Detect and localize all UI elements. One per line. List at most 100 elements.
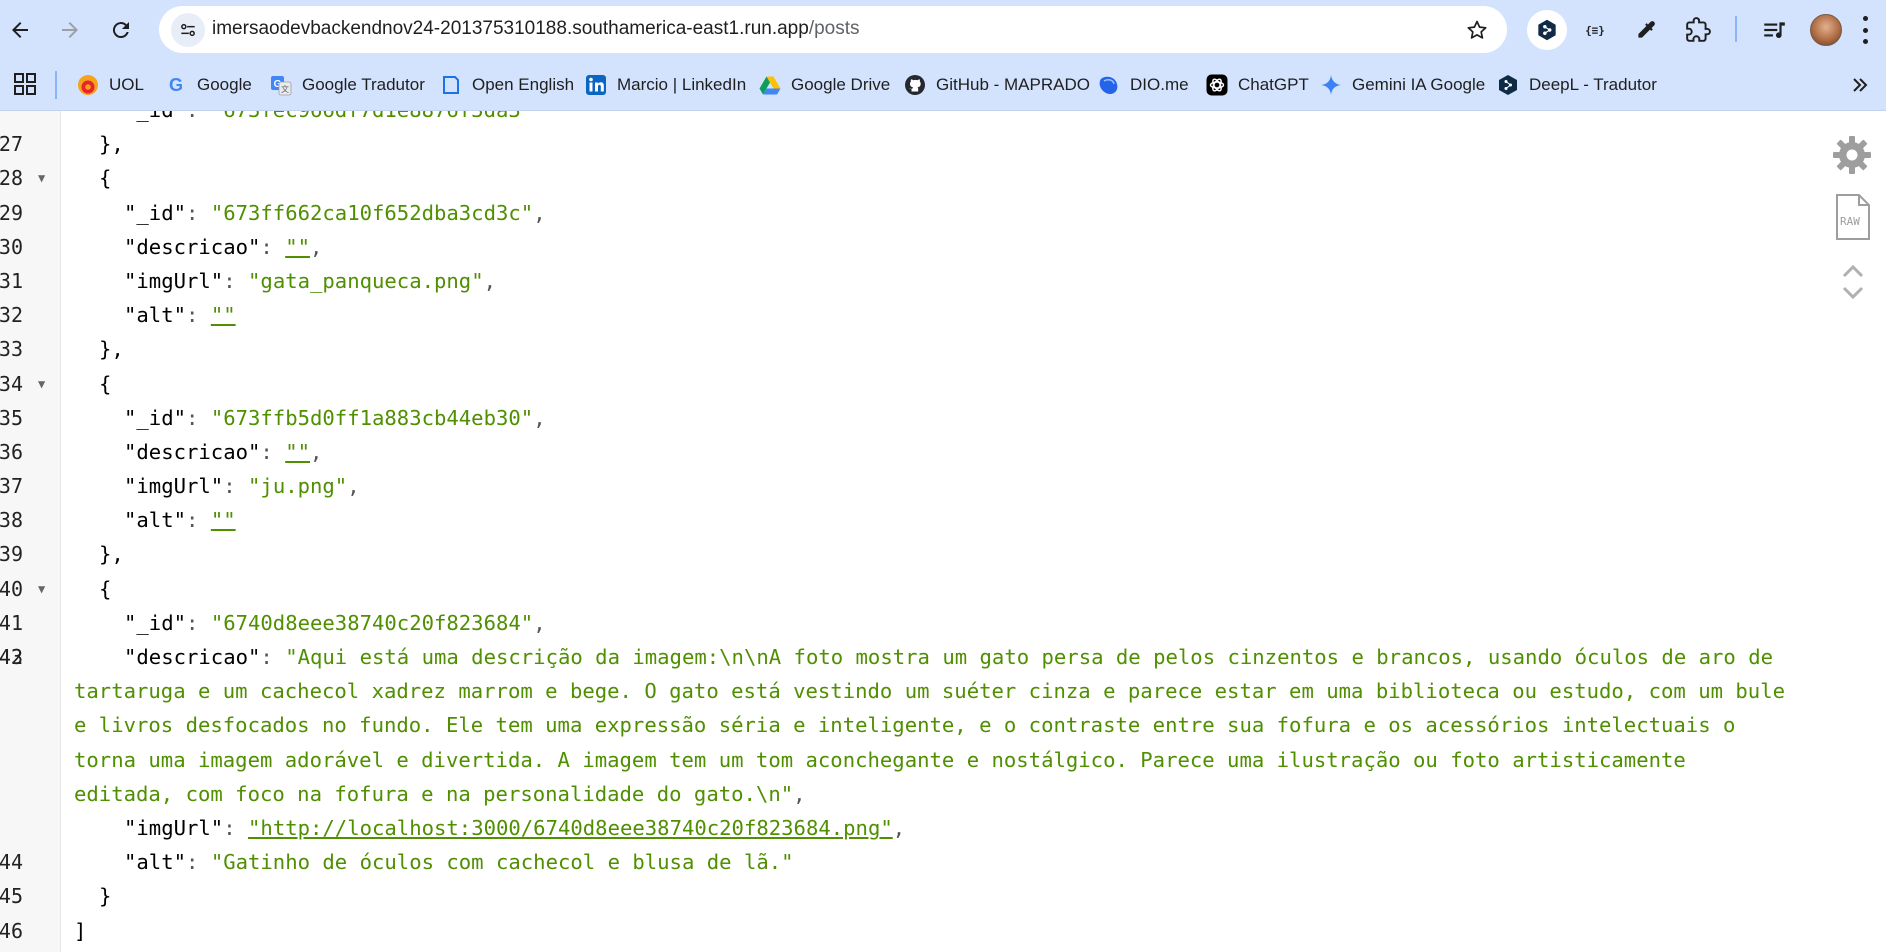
json-key: "descricao" bbox=[124, 439, 261, 464]
toolbar-divider bbox=[1735, 16, 1737, 42]
json-comma: , bbox=[793, 781, 806, 806]
media-controls-button[interactable] bbox=[1756, 12, 1792, 48]
site-info-button[interactable] bbox=[171, 13, 205, 47]
json-colon: : bbox=[186, 303, 211, 328]
fold-toggle-icon[interactable]: ▼ bbox=[38, 161, 45, 195]
json-close-brace: }, bbox=[99, 132, 124, 157]
code-line: 30 "_id": "673ff662ca10f652dba3cd3c", bbox=[0, 196, 1886, 259]
forward-button[interactable] bbox=[51, 11, 89, 49]
json-comma: , bbox=[483, 268, 496, 293]
code-line: 36 "_id": "673ffb5d0ff1a883cb44eb30", bbox=[0, 401, 1886, 464]
extension-icon bbox=[1538, 19, 1556, 41]
code-line: 39 "alt": "" bbox=[0, 503, 1886, 566]
gear-icon[interactable] bbox=[1830, 133, 1874, 177]
json-key: "_id" bbox=[124, 200, 186, 225]
raw-view-button[interactable]: RAW bbox=[1834, 193, 1872, 241]
json-open-brace: { bbox=[99, 576, 112, 601]
bookmark-label: DeepL - Tradutor bbox=[1529, 75, 1657, 94]
bookmark-linkedin[interactable]: Marcio | LinkedIn bbox=[585, 69, 746, 101]
bookmark-dio[interactable]: DIO.me bbox=[1098, 69, 1189, 101]
forward-icon bbox=[62, 22, 78, 38]
bookmark-chatgpt[interactable]: ChatGPT bbox=[1206, 69, 1309, 101]
code-line: 29 ▼ { bbox=[0, 161, 1886, 224]
bookmark-uol[interactable]: UOL bbox=[77, 69, 144, 101]
line-content: "_id": "673ffb5d0ff1a883cb44eb30", bbox=[74, 401, 546, 435]
url-text[interactable]: imersaodevbackendnov24-201375310188.sout… bbox=[212, 18, 860, 40]
json-string: "673ff662ca10f652dba3cd3c" bbox=[210, 200, 534, 225]
bookmark-label: GitHub - MAPRADO bbox=[936, 75, 1090, 94]
json-key: "imgUrl" bbox=[124, 816, 224, 840]
back-icon bbox=[12, 22, 28, 38]
extension-deepl-button[interactable] bbox=[1527, 10, 1567, 50]
line-content: "imgUrl": "ju.png", bbox=[74, 469, 360, 503]
media-icon bbox=[1764, 22, 1785, 39]
bookmark-google-drive[interactable]: Google Drive bbox=[759, 69, 890, 101]
json-empty-string: "" bbox=[285, 439, 311, 464]
extensions-menu-button[interactable] bbox=[1680, 12, 1716, 48]
more-bookmarks-icon[interactable] bbox=[1846, 71, 1874, 99]
json-open-brace: { bbox=[99, 371, 112, 396]
back-button[interactable] bbox=[1, 11, 39, 49]
json-formatter-icon: {≡} bbox=[1585, 24, 1605, 37]
address-bar[interactable]: imersaodevbackendnov24-201375310188.sout… bbox=[159, 6, 1507, 53]
json-key: "imgUrl" bbox=[124, 474, 224, 499]
bookmark-github[interactable]: GitHub - MAPRADO bbox=[904, 69, 1090, 101]
url-host: imersaodevbackendnov24-201375310188.sout… bbox=[212, 18, 809, 39]
bookmark-label: ChatGPT bbox=[1238, 75, 1309, 94]
json-open-brace: { bbox=[99, 166, 112, 191]
apps-grid-icon[interactable] bbox=[12, 71, 38, 97]
google-translate-icon: G文 bbox=[270, 74, 292, 96]
json-colon: : bbox=[223, 268, 249, 293]
bookmarks-bar: UOL G Google G文 Google Tradutor Open Eng… bbox=[0, 59, 1886, 111]
line-content: "_id": "673ff662ca10f652dba3cd3c", bbox=[74, 196, 546, 230]
bookmark-google-tradutor[interactable]: G文 Google Tradutor bbox=[270, 69, 425, 101]
bookmarks-divider bbox=[55, 71, 57, 99]
code-line: 31 "descricao": "", bbox=[0, 230, 1886, 293]
deepl-icon bbox=[1497, 74, 1519, 96]
reload-button[interactable] bbox=[102, 11, 140, 49]
json-key: "alt" bbox=[124, 850, 186, 875]
fold-toggle-icon[interactable]: ▼ bbox=[38, 367, 45, 401]
fold-toggle-icon[interactable]: ▼ bbox=[38, 572, 45, 606]
json-code: 27 "_id": "673fec966df7d1e8876f3da3" 28 … bbox=[0, 111, 1886, 948]
line-content: "alt": "Gatinho de óculos com cachecol e… bbox=[74, 845, 794, 879]
json-key: "_id" bbox=[124, 610, 186, 635]
json-comma: , bbox=[310, 234, 323, 259]
json-colon: : bbox=[223, 816, 249, 840]
raw-label: RAW bbox=[1840, 215, 1860, 228]
json-comma: , bbox=[347, 474, 360, 499]
json-empty-string: "" bbox=[285, 234, 311, 259]
json-close-bracket: ] bbox=[74, 918, 87, 943]
eyedropper-button[interactable] bbox=[1628, 12, 1664, 48]
json-colon: : bbox=[186, 111, 211, 122]
json-comma: , bbox=[533, 405, 546, 430]
line-content: "_id": "673fec966df7d1e8876f3da3" bbox=[74, 111, 533, 127]
code-line: 38 "imgUrl": "ju.png", bbox=[0, 469, 1886, 532]
bookmark-star-icon bbox=[1467, 20, 1487, 39]
bookmark-google[interactable]: G Google bbox=[165, 69, 252, 101]
bookmark-label: Google bbox=[197, 75, 252, 94]
json-url-link[interactable]: "http://localhost:3000/6740d8eee38740c20… bbox=[248, 816, 893, 840]
json-close-brace: } bbox=[99, 884, 112, 909]
json-formatter-button[interactable]: {≡} bbox=[1577, 12, 1613, 48]
uol-icon bbox=[77, 74, 99, 96]
open-english-icon bbox=[440, 74, 462, 96]
line-content: "descricao": "", bbox=[74, 435, 322, 469]
line-content: "imgUrl": "http://localhost:3000/6740d8e… bbox=[74, 811, 905, 845]
site-info-icon bbox=[181, 23, 195, 37]
avatar[interactable] bbox=[1810, 14, 1842, 46]
line-content: "imgUrl": "gata_panqueca.png", bbox=[74, 264, 496, 298]
menu-icon[interactable] bbox=[1860, 16, 1870, 44]
bookmark-gemini[interactable]: Gemini IA Google bbox=[1320, 69, 1485, 101]
json-close-brace: }, bbox=[99, 337, 124, 362]
line-content: "_id": "6740d8eee38740c20f823684", bbox=[74, 606, 546, 640]
bookmark-deepl[interactable]: DeepL - Tradutor bbox=[1497, 69, 1657, 101]
line-content: "alt": "" bbox=[74, 503, 236, 537]
bookmark-label: Marcio | LinkedIn bbox=[617, 75, 747, 94]
code-line: 34 }, bbox=[0, 332, 1886, 395]
bookmark-star-button[interactable] bbox=[1463, 16, 1491, 44]
json-comma: , bbox=[310, 439, 323, 464]
bookmark-open-english[interactable]: Open English bbox=[440, 69, 574, 101]
scroll-updown-icon[interactable] bbox=[1840, 258, 1866, 306]
json-comma: , bbox=[892, 816, 906, 840]
